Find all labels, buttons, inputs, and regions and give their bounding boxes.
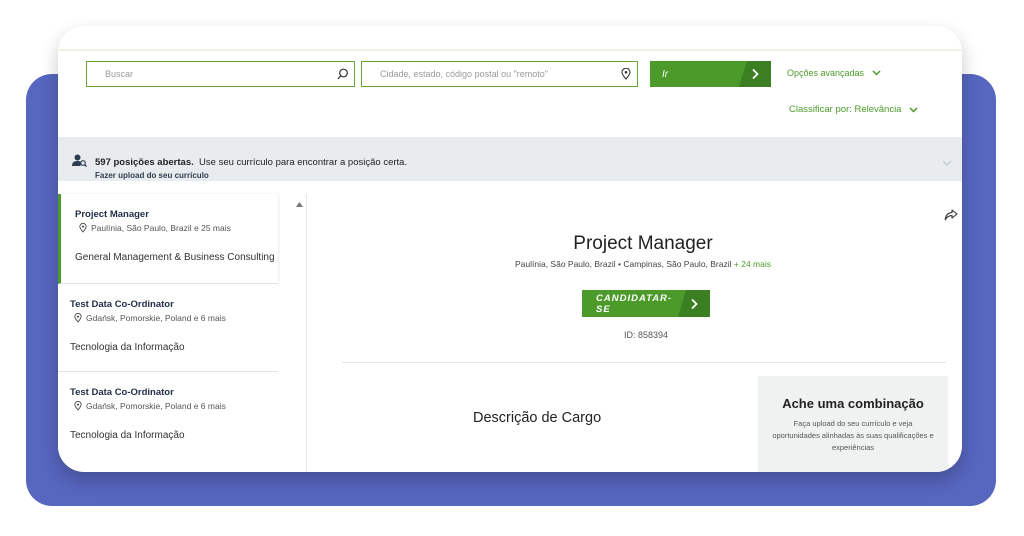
job-detail-title: Project Manager [573,233,713,254]
job-description-heading: Descrição de Cargo [473,410,602,426]
chevron-down-icon[interactable] [942,153,952,171]
upload-resume-link[interactable]: Fazer upload do seu currículo [95,171,209,180]
job-category: Tecnologia da Informação [70,430,185,441]
find-match-panel: Ache uma combinação Faça upload do seu c… [758,376,948,472]
scroll-up-icon[interactable] [296,194,303,212]
location-pin-icon [74,313,82,323]
user-search-icon [72,154,87,172]
job-detail-location-text: Paulínia, São Paulo, Brazil • Campinas, … [514,259,732,269]
job-list: Project Manager Paulínia, São Paulo, Bra… [58,194,280,472]
job-detail-locations: Paulínia, São Paulo, Brazil • Campinas, … [308,259,962,269]
location-pin-icon [74,401,82,411]
job-list-item[interactable]: Test Data Co-Ordinator Gdańsk, Pomorskie… [58,372,278,462]
browser-card: Ir Opções avançadas Classificar por: Rel… [58,26,962,472]
job-id: ID: 858394 [623,330,669,340]
banner-text: Use seu currículo para encontrar a posiç… [199,157,408,168]
apply-button[interactable]: CANDIDATAR-SE [582,290,710,317]
more-locations-link[interactable]: + 24 mais [734,259,771,269]
location-search-box [361,61,638,87]
open-positions-count: 597 posições abertas. [95,157,194,168]
job-location: Gdańsk, Pomorskie, Poland e 6 mais [74,313,226,323]
location-search-input[interactable] [380,62,615,86]
job-title: Test Data Co-Ordinator [70,387,174,398]
job-list-item[interactable]: Project Manager Paulínia, São Paulo, Bra… [58,194,278,284]
job-title: Test Data Co-Ordinator [70,299,174,310]
job-category: Tecnologia da Informação [70,342,185,353]
keyword-search-box [86,61,355,87]
location-pin-icon [615,63,637,85]
search-icon[interactable] [332,63,354,85]
sort-by-label: Classificar por: Relevância [789,104,902,115]
chevron-right-icon [739,61,771,87]
go-button-label: Ir [662,68,669,80]
advanced-options-label: Opções avançadas [787,68,865,78]
job-title: Project Manager [75,209,149,220]
resume-banner: 597 posições abertas. Use seu currículo … [58,137,962,181]
job-location-text: Paulínia, São Paulo, Brazil e 25 mais [91,223,231,233]
share-icon[interactable] [944,208,958,226]
location-pin-icon [79,223,87,233]
job-location: Gdańsk, Pomorskie, Poland e 6 mais [74,401,226,411]
job-location: Paulínia, São Paulo, Brazil e 25 mais [79,223,231,233]
sort-by-dropdown[interactable]: Classificar por: Relevância [789,104,918,115]
find-match-text: Faça upload do seu currículo e veja opor… [772,419,934,452]
detail-divider [342,362,946,363]
keyword-search-input[interactable] [105,62,332,86]
banner-message: 597 posições abertas. Use seu currículo … [95,157,407,168]
top-divider [58,49,962,51]
advanced-options-link[interactable]: Opções avançadas [787,68,881,78]
job-list-item[interactable]: Test Data Co-Ordinator Gdańsk, Pomorskie… [58,284,278,372]
apply-button-label: CANDIDATAR-SE [596,292,673,315]
chevron-down-icon [909,106,918,113]
find-match-heading: Ache uma combinação [782,396,924,411]
job-location-text: Gdańsk, Pomorskie, Poland e 6 mais [86,313,226,323]
job-location-text: Gdańsk, Pomorskie, Poland e 6 mais [86,401,226,411]
chevron-right-icon [678,290,710,317]
job-category: General Management & Business Consulting [75,252,275,263]
panel-divider [306,194,307,472]
chevron-down-icon [872,70,881,76]
go-button[interactable]: Ir [650,61,771,87]
